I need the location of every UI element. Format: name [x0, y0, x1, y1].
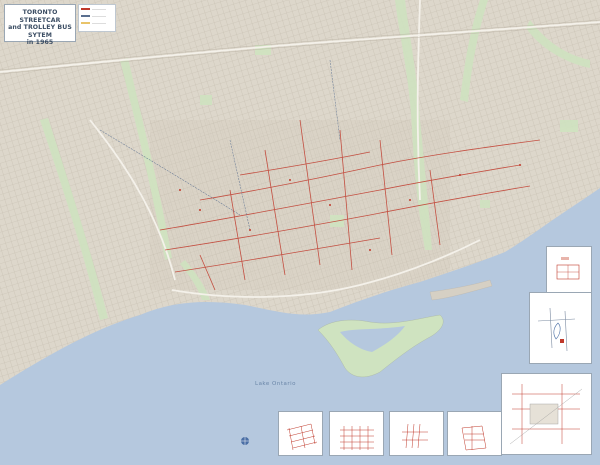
- inset-map-2[interactable]: [529, 292, 592, 364]
- map-legend: [78, 4, 116, 32]
- globe-icon: [241, 437, 249, 445]
- title-line-2: and TROLLEY BUS SYTEM: [8, 24, 72, 39]
- inset-map-7[interactable]: [447, 411, 502, 456]
- title-line-3: in 1965: [26, 39, 54, 46]
- inset-map-4[interactable]: [278, 411, 323, 456]
- title-line-1: TORONTO STREETCAR: [19, 9, 61, 24]
- inset-map-6[interactable]: [389, 411, 444, 456]
- inset-map-3[interactable]: [501, 373, 592, 455]
- streetcar-line-swatch: [81, 8, 90, 10]
- lake-ontario-label: Lake Ontario: [255, 381, 297, 387]
- inset-map-1[interactable]: [546, 246, 592, 294]
- publisher-logo: [240, 436, 272, 450]
- trolley-bus-line-swatch: [81, 15, 90, 17]
- highway-swatch: [81, 22, 90, 24]
- inset-map-5[interactable]: [329, 411, 384, 456]
- map-title-box: TORONTO STREETCAR and TROLLEY BUS SYTEM …: [4, 4, 76, 46]
